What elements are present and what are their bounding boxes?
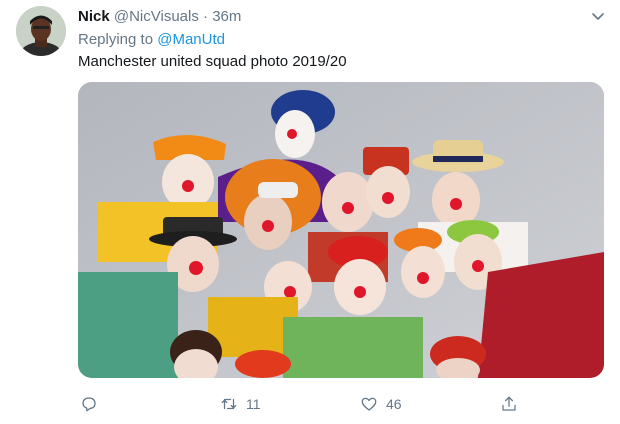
tweet-header: Nick @NicVisuals · 36m bbox=[78, 8, 241, 28]
chevron-down-icon bbox=[592, 13, 604, 20]
author-name[interactable]: Nick bbox=[78, 8, 110, 25]
tweet-timestamp[interactable]: 36m bbox=[212, 8, 241, 25]
tweet-photo[interactable] bbox=[78, 82, 604, 378]
like-count: 46 bbox=[386, 396, 402, 412]
retweet-count: 11 bbox=[246, 396, 261, 412]
heart-icon bbox=[361, 397, 377, 411]
retweet-icon bbox=[221, 398, 237, 410]
avatar-image bbox=[16, 6, 66, 56]
share-button[interactable] bbox=[500, 392, 526, 416]
reply-icon bbox=[82, 397, 96, 412]
retweet-button[interactable]: 11 bbox=[220, 392, 261, 416]
reply-prefix: Replying to bbox=[78, 31, 154, 48]
tweet[interactable]: Nick @NicVisuals · 36m Replying to @ManU… bbox=[0, 0, 620, 424]
separator-dot: · bbox=[203, 8, 209, 25]
like-button[interactable]: 46 bbox=[360, 392, 402, 416]
reply-context: Replying to @ManUtd bbox=[78, 31, 225, 48]
tweet-text: Manchester united squad photo 2019/20 bbox=[78, 53, 347, 70]
tweet-actions: 11 46 bbox=[78, 392, 604, 416]
reply-mention-link[interactable]: @ManUtd bbox=[157, 31, 225, 48]
more-options-button[interactable] bbox=[588, 6, 608, 26]
clown-group-photo bbox=[78, 82, 604, 378]
reply-button[interactable] bbox=[80, 392, 106, 416]
share-icon bbox=[502, 396, 516, 411]
avatar[interactable] bbox=[16, 6, 66, 56]
author-handle[interactable]: @NicVisuals bbox=[114, 8, 199, 25]
